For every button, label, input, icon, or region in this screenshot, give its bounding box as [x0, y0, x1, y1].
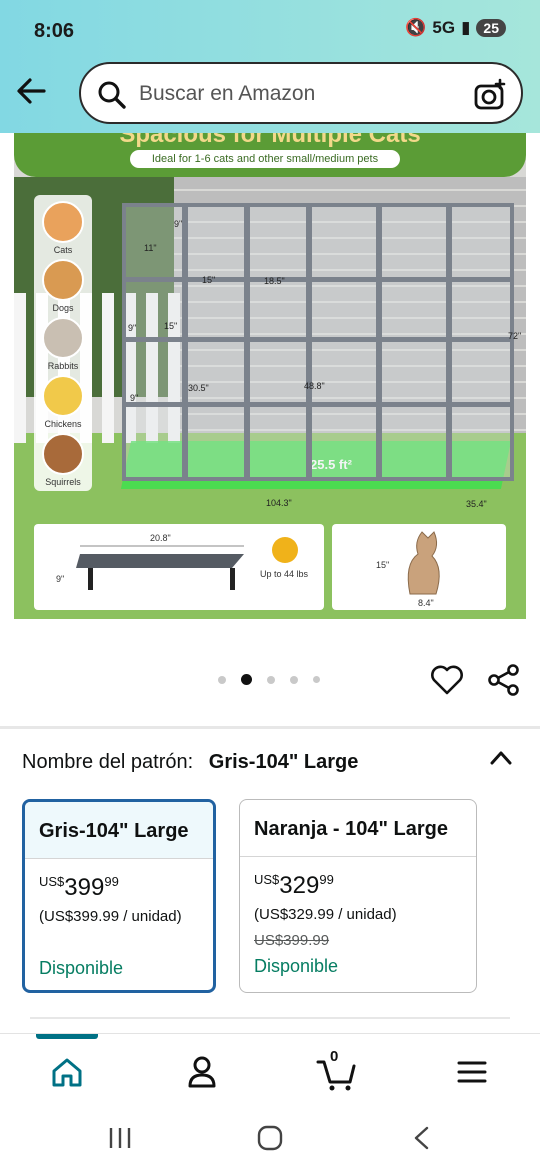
search-icon: [98, 81, 126, 109]
status-icons: 🔇 5G ▮ 25: [405, 18, 506, 38]
cage-post: [376, 207, 382, 477]
option-list-price: US$399.99: [254, 932, 330, 949]
option-card-naranja[interactable]: Naranja - 104" Large US$32999 (US$329.99…: [239, 799, 477, 993]
scratcher-height: 15": [376, 560, 390, 570]
status-time: 8:06: [34, 20, 75, 42]
option-unit-price: (US$399.99 / unidad): [39, 908, 182, 925]
signal-icon: ▮: [461, 18, 471, 37]
banner-title: Spacious for Multiple Cats: [119, 133, 421, 148]
banner-subtitle: Ideal for 1-6 cats and other small/mediu…: [130, 150, 400, 168]
animal-item: Rabbits: [39, 317, 87, 371]
pattern-selector[interactable]: Nombre del patrón: Gris-104" Large: [22, 751, 358, 774]
cart-button[interactable]: 0: [316, 1048, 358, 1092]
rabbit-icon: [42, 317, 84, 359]
option-title: Naranja - 104" Large: [240, 800, 476, 857]
cage-rail: [126, 337, 510, 342]
cage-post: [244, 207, 250, 477]
shelf-load: Up to 44 lbs: [260, 569, 309, 579]
dim-label: 48.8": [304, 381, 325, 391]
cage-post: [182, 207, 188, 477]
animal-list: Cats Dogs Rabbits Chickens Squirrels: [34, 195, 92, 491]
share-icon[interactable]: [487, 663, 521, 697]
pattern-value: Gris-104" Large: [208, 751, 359, 773]
dim-label: 9": [130, 393, 139, 403]
battery-badge: 25: [476, 19, 506, 37]
option-price: US$32999: [254, 872, 334, 899]
dog-icon: [42, 259, 84, 301]
cat-cage: [122, 203, 514, 481]
app-header: 8:06 🔇 5G ▮ 25 Buscar en Amazon: [0, 0, 540, 133]
option-title: Gris-104" Large: [25, 802, 213, 859]
option-unit-price: (US$329.99 / unidad): [254, 906, 397, 923]
scratcher-width: 8.4": [418, 598, 434, 608]
carousel-dot[interactable]: [290, 675, 298, 684]
cat-icon: [42, 201, 84, 243]
dim-width: 104.3": [266, 498, 292, 508]
carousel-dot[interactable]: [267, 675, 275, 684]
mute-icon: 🔇: [405, 18, 427, 37]
squirrel-icon: [42, 433, 84, 475]
animal-item: Chickens: [39, 375, 87, 429]
dim-label: 30.5": [188, 383, 209, 393]
carousel-dots: [218, 674, 320, 685]
carousel-dot[interactable]: [313, 676, 320, 683]
cart-count: 0: [330, 1048, 339, 1065]
animal-item: Dogs: [39, 259, 87, 313]
section-divider: [0, 726, 540, 729]
search-input[interactable]: Buscar en Amazon: [139, 82, 315, 106]
option-card-gris[interactable]: Gris-104" Large US$39999 (US$399.99 / un…: [22, 799, 216, 993]
network-label: 5G: [432, 18, 456, 37]
dim-label: 11": [144, 243, 157, 253]
chicken-icon: [42, 375, 84, 417]
back-button-icon[interactable]: [410, 1125, 434, 1151]
cage-post: [446, 207, 452, 477]
dim-label: 15": [164, 321, 178, 331]
back-arrow-icon[interactable]: [14, 75, 50, 107]
cage-rail: [126, 277, 510, 282]
status-bar: 8:06 🔇 5G ▮ 25: [0, 0, 540, 60]
section-divider: [30, 1017, 510, 1019]
shelf-length: 20.8": [150, 533, 171, 543]
home-icon[interactable]: [47, 1052, 87, 1092]
image-banner: Spacious for Multiple Cats Ideal for 1-6…: [14, 133, 526, 177]
shelf-height: 9": [56, 574, 65, 584]
dim-label: 18.5": [264, 276, 285, 286]
product-image[interactable]: Spacious for Multiple Cats Ideal for 1-6…: [14, 133, 526, 619]
cage-rail: [126, 402, 510, 407]
heart-icon[interactable]: [430, 664, 464, 696]
option-availability: Disponible: [39, 958, 124, 978]
chevron-up-icon[interactable]: [488, 748, 514, 768]
dim-depth: 35.4": [466, 499, 487, 509]
recent-apps-icon[interactable]: [106, 1125, 134, 1151]
camera-icon[interactable]: [473, 78, 507, 112]
option-availability: Disponible: [254, 956, 339, 976]
animal-item: Squirrels: [39, 433, 87, 487]
bottom-nav: 0: [0, 1033, 540, 1105]
shelf-info-card: 20.8" 9" Up to 44 lbs: [34, 524, 324, 610]
carousel-dot[interactable]: [218, 675, 226, 684]
option-price: US$39999: [39, 874, 119, 901]
scratcher-info-card: 15" 8.4": [332, 524, 506, 610]
system-nav-bar: [0, 1105, 540, 1170]
dim-label: 15": [202, 275, 216, 285]
shelf-icon: [76, 537, 298, 590]
dim-label: 9": [128, 323, 137, 333]
carousel-dot-active[interactable]: [241, 674, 252, 685]
dim-height: 72": [508, 331, 522, 341]
account-icon[interactable]: [182, 1052, 222, 1092]
active-tab-indicator: [36, 1034, 98, 1039]
home-button-icon[interactable]: [256, 1125, 284, 1151]
menu-icon[interactable]: [452, 1052, 492, 1092]
cage-post: [306, 207, 312, 477]
pattern-label: Nombre del patrón:: [22, 751, 194, 773]
search-bar[interactable]: Buscar en Amazon: [79, 62, 523, 124]
dim-label: 9": [174, 219, 183, 229]
animal-item: Cats: [39, 201, 87, 255]
